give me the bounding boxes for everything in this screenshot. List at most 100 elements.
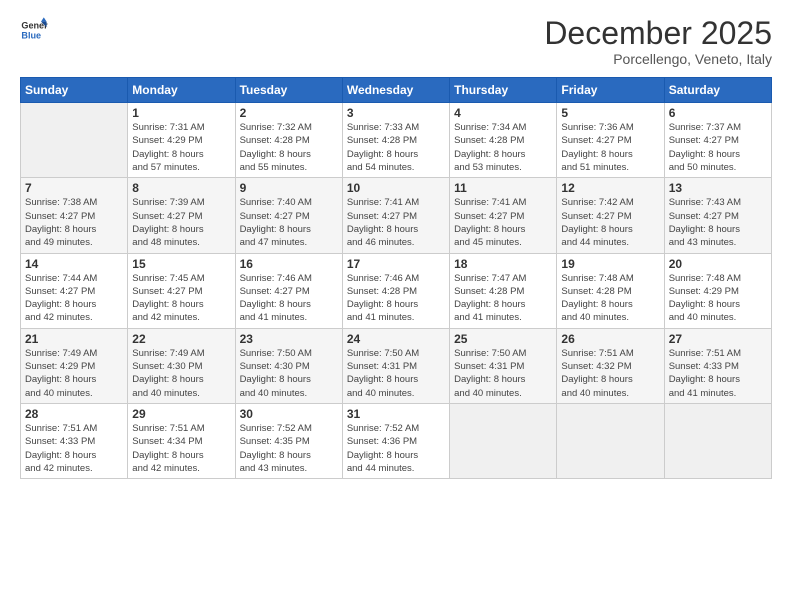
day-info: Sunrise: 7:45 AM Sunset: 4:27 PM Dayligh…: [132, 272, 230, 325]
location: Porcellengo, Veneto, Italy: [544, 51, 772, 67]
day-number: 6: [669, 106, 767, 120]
day-number: 18: [454, 257, 552, 271]
table-row: 30Sunrise: 7:52 AM Sunset: 4:35 PM Dayli…: [235, 403, 342, 478]
day-info: Sunrise: 7:50 AM Sunset: 4:31 PM Dayligh…: [454, 347, 552, 400]
day-number: 30: [240, 407, 338, 421]
day-info: Sunrise: 7:31 AM Sunset: 4:29 PM Dayligh…: [132, 121, 230, 174]
day-info: Sunrise: 7:41 AM Sunset: 4:27 PM Dayligh…: [454, 196, 552, 249]
table-row: 12Sunrise: 7:42 AM Sunset: 4:27 PM Dayli…: [557, 178, 664, 253]
table-row: 19Sunrise: 7:48 AM Sunset: 4:28 PM Dayli…: [557, 253, 664, 328]
page: General Blue December 2025 Porcellengo, …: [0, 0, 792, 612]
day-number: 29: [132, 407, 230, 421]
day-info: Sunrise: 7:50 AM Sunset: 4:30 PM Dayligh…: [240, 347, 338, 400]
table-row: 25Sunrise: 7:50 AM Sunset: 4:31 PM Dayli…: [450, 328, 557, 403]
day-info: Sunrise: 7:39 AM Sunset: 4:27 PM Dayligh…: [132, 196, 230, 249]
table-row: 9Sunrise: 7:40 AM Sunset: 4:27 PM Daylig…: [235, 178, 342, 253]
table-row: 15Sunrise: 7:45 AM Sunset: 4:27 PM Dayli…: [128, 253, 235, 328]
day-number: 19: [561, 257, 659, 271]
col-monday: Monday: [128, 78, 235, 103]
table-row: 26Sunrise: 7:51 AM Sunset: 4:32 PM Dayli…: [557, 328, 664, 403]
calendar-week-row: 14Sunrise: 7:44 AM Sunset: 4:27 PM Dayli…: [21, 253, 772, 328]
calendar-week-row: 28Sunrise: 7:51 AM Sunset: 4:33 PM Dayli…: [21, 403, 772, 478]
day-number: 14: [25, 257, 123, 271]
day-info: Sunrise: 7:40 AM Sunset: 4:27 PM Dayligh…: [240, 196, 338, 249]
table-row: [664, 403, 771, 478]
table-row: 23Sunrise: 7:50 AM Sunset: 4:30 PM Dayli…: [235, 328, 342, 403]
calendar-header-row: Sunday Monday Tuesday Wednesday Thursday…: [21, 78, 772, 103]
table-row: 13Sunrise: 7:43 AM Sunset: 4:27 PM Dayli…: [664, 178, 771, 253]
day-number: 26: [561, 332, 659, 346]
day-info: Sunrise: 7:38 AM Sunset: 4:27 PM Dayligh…: [25, 196, 123, 249]
calendar-week-row: 7Sunrise: 7:38 AM Sunset: 4:27 PM Daylig…: [21, 178, 772, 253]
calendar-week-row: 21Sunrise: 7:49 AM Sunset: 4:29 PM Dayli…: [21, 328, 772, 403]
table-row: [557, 403, 664, 478]
table-row: 18Sunrise: 7:47 AM Sunset: 4:28 PM Dayli…: [450, 253, 557, 328]
table-row: 2Sunrise: 7:32 AM Sunset: 4:28 PM Daylig…: [235, 103, 342, 178]
table-row: 11Sunrise: 7:41 AM Sunset: 4:27 PM Dayli…: [450, 178, 557, 253]
month-title: December 2025: [544, 16, 772, 51]
table-row: 27Sunrise: 7:51 AM Sunset: 4:33 PM Dayli…: [664, 328, 771, 403]
table-row: 28Sunrise: 7:51 AM Sunset: 4:33 PM Dayli…: [21, 403, 128, 478]
day-number: 5: [561, 106, 659, 120]
day-number: 4: [454, 106, 552, 120]
day-info: Sunrise: 7:33 AM Sunset: 4:28 PM Dayligh…: [347, 121, 445, 174]
header: General Blue December 2025 Porcellengo, …: [20, 16, 772, 67]
day-info: Sunrise: 7:36 AM Sunset: 4:27 PM Dayligh…: [561, 121, 659, 174]
table-row: 20Sunrise: 7:48 AM Sunset: 4:29 PM Dayli…: [664, 253, 771, 328]
calendar-week-row: 1Sunrise: 7:31 AM Sunset: 4:29 PM Daylig…: [21, 103, 772, 178]
day-info: Sunrise: 7:49 AM Sunset: 4:30 PM Dayligh…: [132, 347, 230, 400]
day-info: Sunrise: 7:50 AM Sunset: 4:31 PM Dayligh…: [347, 347, 445, 400]
table-row: 3Sunrise: 7:33 AM Sunset: 4:28 PM Daylig…: [342, 103, 449, 178]
table-row: 29Sunrise: 7:51 AM Sunset: 4:34 PM Dayli…: [128, 403, 235, 478]
day-number: 27: [669, 332, 767, 346]
table-row: 14Sunrise: 7:44 AM Sunset: 4:27 PM Dayli…: [21, 253, 128, 328]
day-number: 22: [132, 332, 230, 346]
table-row: 16Sunrise: 7:46 AM Sunset: 4:27 PM Dayli…: [235, 253, 342, 328]
day-info: Sunrise: 7:52 AM Sunset: 4:36 PM Dayligh…: [347, 422, 445, 475]
table-row: 1Sunrise: 7:31 AM Sunset: 4:29 PM Daylig…: [128, 103, 235, 178]
day-number: 12: [561, 181, 659, 195]
logo-icon: General Blue: [20, 16, 48, 44]
table-row: 10Sunrise: 7:41 AM Sunset: 4:27 PM Dayli…: [342, 178, 449, 253]
table-row: 24Sunrise: 7:50 AM Sunset: 4:31 PM Dayli…: [342, 328, 449, 403]
day-number: 20: [669, 257, 767, 271]
day-info: Sunrise: 7:51 AM Sunset: 4:32 PM Dayligh…: [561, 347, 659, 400]
day-number: 1: [132, 106, 230, 120]
day-number: 23: [240, 332, 338, 346]
day-info: Sunrise: 7:46 AM Sunset: 4:28 PM Dayligh…: [347, 272, 445, 325]
day-number: 21: [25, 332, 123, 346]
day-info: Sunrise: 7:48 AM Sunset: 4:28 PM Dayligh…: [561, 272, 659, 325]
day-number: 10: [347, 181, 445, 195]
table-row: 4Sunrise: 7:34 AM Sunset: 4:28 PM Daylig…: [450, 103, 557, 178]
day-number: 17: [347, 257, 445, 271]
day-number: 31: [347, 407, 445, 421]
day-number: 11: [454, 181, 552, 195]
table-row: 6Sunrise: 7:37 AM Sunset: 4:27 PM Daylig…: [664, 103, 771, 178]
day-info: Sunrise: 7:51 AM Sunset: 4:33 PM Dayligh…: [25, 422, 123, 475]
table-row: 8Sunrise: 7:39 AM Sunset: 4:27 PM Daylig…: [128, 178, 235, 253]
logo: General Blue: [20, 16, 48, 44]
day-info: Sunrise: 7:41 AM Sunset: 4:27 PM Dayligh…: [347, 196, 445, 249]
day-number: 8: [132, 181, 230, 195]
day-info: Sunrise: 7:47 AM Sunset: 4:28 PM Dayligh…: [454, 272, 552, 325]
table-row: [21, 103, 128, 178]
day-info: Sunrise: 7:46 AM Sunset: 4:27 PM Dayligh…: [240, 272, 338, 325]
table-row: 5Sunrise: 7:36 AM Sunset: 4:27 PM Daylig…: [557, 103, 664, 178]
table-row: 31Sunrise: 7:52 AM Sunset: 4:36 PM Dayli…: [342, 403, 449, 478]
calendar-table: Sunday Monday Tuesday Wednesday Thursday…: [20, 77, 772, 479]
day-info: Sunrise: 7:42 AM Sunset: 4:27 PM Dayligh…: [561, 196, 659, 249]
day-number: 28: [25, 407, 123, 421]
day-number: 3: [347, 106, 445, 120]
col-thursday: Thursday: [450, 78, 557, 103]
col-saturday: Saturday: [664, 78, 771, 103]
day-info: Sunrise: 7:37 AM Sunset: 4:27 PM Dayligh…: [669, 121, 767, 174]
table-row: 21Sunrise: 7:49 AM Sunset: 4:29 PM Dayli…: [21, 328, 128, 403]
table-row: [450, 403, 557, 478]
day-number: 9: [240, 181, 338, 195]
svg-text:Blue: Blue: [21, 30, 41, 40]
title-block: December 2025 Porcellengo, Veneto, Italy: [544, 16, 772, 67]
day-info: Sunrise: 7:51 AM Sunset: 4:33 PM Dayligh…: [669, 347, 767, 400]
table-row: 7Sunrise: 7:38 AM Sunset: 4:27 PM Daylig…: [21, 178, 128, 253]
col-sunday: Sunday: [21, 78, 128, 103]
day-number: 25: [454, 332, 552, 346]
